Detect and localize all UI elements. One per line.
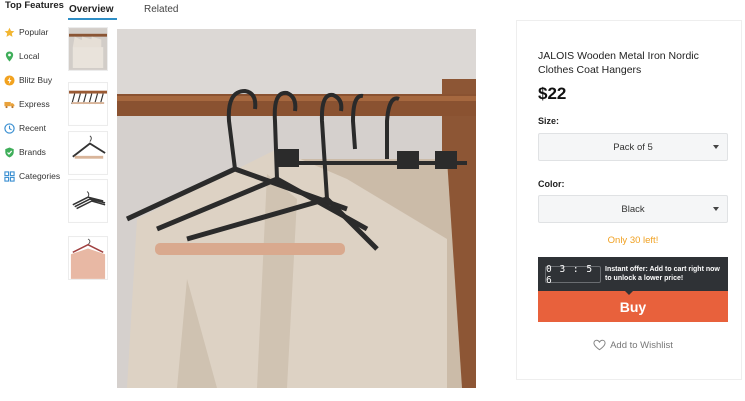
tab-overview[interactable]: Overview	[69, 4, 113, 15]
sidebar-title: Top Features	[5, 0, 64, 11]
stock-notice: Only 30 left!	[607, 235, 659, 246]
hangers-photo	[117, 29, 476, 388]
size-select[interactable]: Pack of 5	[538, 133, 728, 161]
sidebar-item-label: Express	[19, 99, 50, 109]
wishlist-label: Add to Wishlist	[610, 339, 673, 351]
shield-check-icon	[4, 147, 15, 158]
lightning-icon	[4, 74, 15, 86]
tab-related[interactable]: Related	[144, 4, 178, 15]
sidebar-item-label: Categories	[19, 171, 61, 181]
sidebar-item-label: Brands	[19, 147, 46, 157]
map-pin-icon	[4, 50, 15, 62]
star-icon	[4, 27, 15, 38]
thumbnail-1[interactable]	[68, 27, 108, 71]
product-panel: JALOIS Wooden Metal Iron Nordic Clothes …	[516, 20, 742, 380]
size-select-value: Pack of 5	[613, 141, 653, 153]
truck-icon	[4, 99, 15, 110]
main-product-image	[117, 29, 476, 388]
sidebar-item-express[interactable]: Express	[4, 96, 50, 112]
sidebar-item-label: Popular	[19, 27, 49, 37]
sidebar-item-brands[interactable]: Brands	[4, 144, 46, 160]
thumbnail-4[interactable]	[68, 179, 108, 223]
color-select[interactable]: Black	[538, 195, 728, 223]
sidebar-item-categories[interactable]: Categories	[4, 168, 60, 184]
countdown-timer: 0 3 : 5 6	[545, 264, 601, 286]
size-label: Size:	[538, 116, 560, 126]
offer-text: Instant offer: Add to cart right now to …	[605, 266, 720, 282]
color-label: Color:	[538, 179, 565, 189]
chevron-down-icon	[713, 207, 719, 211]
sidebar-item-popular[interactable]: Popular	[4, 24, 48, 40]
instant-offer-banner: 0 3 : 5 6 Instant offer: Add to cart rig…	[538, 257, 728, 295]
chevron-down-icon	[713, 145, 719, 149]
sidebar-item-label: Local	[19, 51, 40, 61]
offer-pointer	[624, 290, 634, 295]
sidebar-item-blitz-buy[interactable]: Blitz Buy	[4, 72, 52, 88]
sidebar: Top Features Popular Local Blitz Buy Exp…	[0, 0, 64, 401]
thumbnail-2[interactable]	[68, 82, 108, 126]
sidebar-item-recent[interactable]: Recent	[4, 120, 46, 136]
active-tab-indicator	[68, 18, 117, 20]
product-price: $22	[538, 84, 567, 103]
sidebar-item-label: Blitz Buy	[19, 75, 53, 85]
thumbnail-5[interactable]	[68, 236, 108, 280]
clock-icon	[4, 122, 15, 134]
color-select-value: Black	[621, 203, 645, 215]
grid-icon	[4, 170, 15, 182]
sidebar-item-local[interactable]: Local	[4, 48, 39, 64]
product-title: JALOIS Wooden Metal Iron Nordic Clothes …	[538, 50, 699, 76]
thumbnail-3[interactable]	[68, 131, 108, 175]
add-to-wishlist-button[interactable]: Add to Wishlist	[538, 339, 728, 351]
sidebar-item-label: Recent	[19, 123, 46, 133]
buy-button[interactable]: Buy	[538, 291, 728, 322]
heart-icon	[593, 339, 606, 351]
